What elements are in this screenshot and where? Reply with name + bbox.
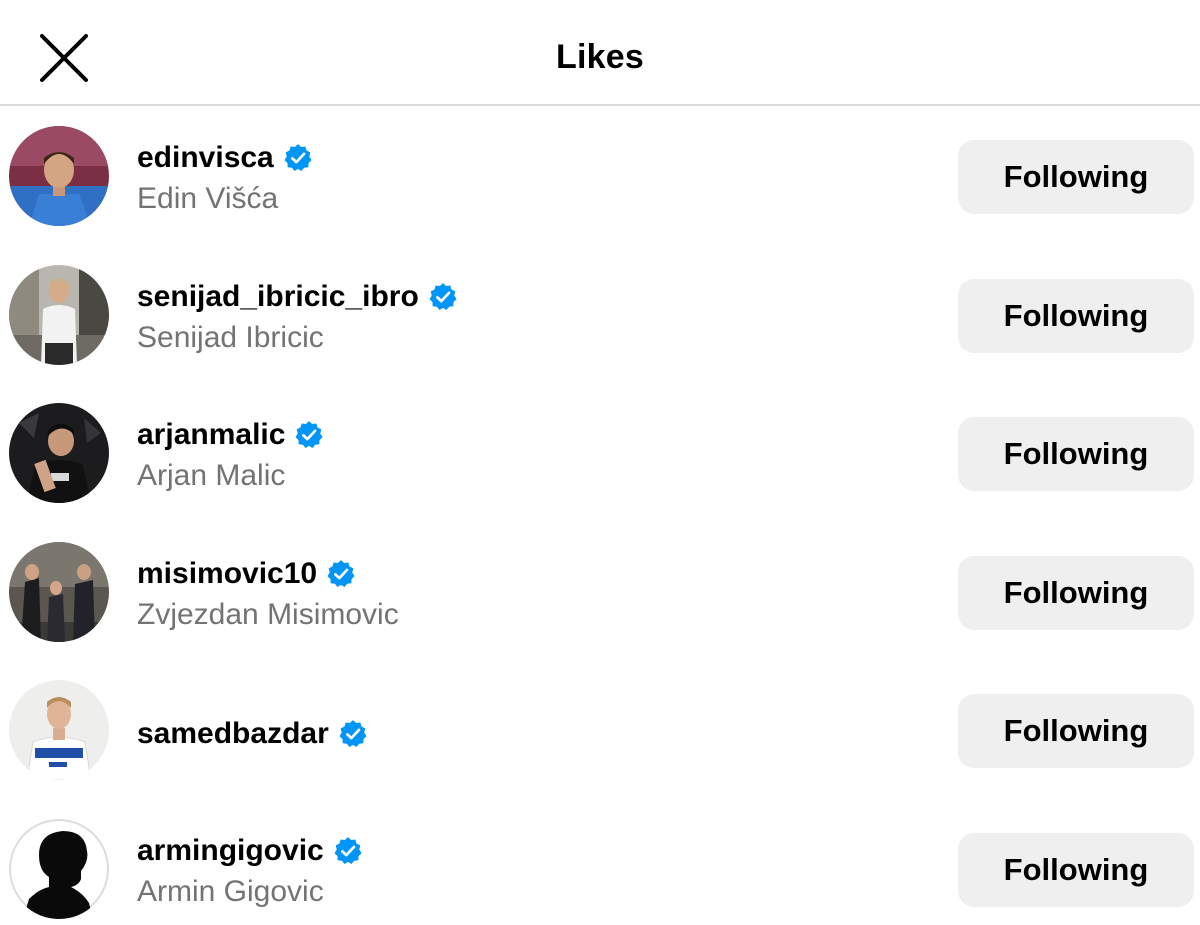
following-button[interactable]: Following [958, 140, 1194, 214]
list-item: arjanmalic Arjan Malic Following [0, 383, 1200, 522]
user-names: senijad_ibricic_ibro Senijad Ibricic [137, 277, 458, 357]
list-item: samedbazdar Following [0, 660, 1200, 799]
user-names: armingigovic Armin Gigovic [137, 831, 363, 911]
following-button[interactable]: Following [958, 694, 1194, 768]
user-names: edinvisca Edin Višća [137, 138, 313, 218]
username[interactable]: senijad_ibricic_ibro [137, 280, 419, 314]
following-button[interactable]: Following [958, 417, 1194, 491]
full-name: Arjan Malic [137, 459, 286, 492]
verified-badge-icon [327, 559, 355, 587]
full-name: Zvjezdan Misimovic [137, 597, 399, 631]
following-button[interactable]: Following [958, 555, 1194, 630]
full-name: Senijad Ibricic [137, 320, 324, 354]
full-name: Edin Višća [137, 182, 279, 215]
list-item: misimovic10 Zvjezdan Misimovic Following [0, 522, 1200, 661]
dialog-header: Likes [0, 0, 1200, 106]
likes-list: edinvisca Edin Višća Following senijad_i… [0, 106, 1200, 925]
username[interactable]: samedbazdar [137, 717, 329, 751]
verified-badge-icon [339, 720, 367, 748]
username[interactable]: misimovic10 [137, 557, 317, 591]
username[interactable]: arjanmalic [137, 418, 285, 452]
full-name: Armin Gigovic [137, 874, 324, 908]
verified-badge-icon [295, 421, 323, 449]
username[interactable]: armingigovic [137, 834, 324, 868]
user-names: arjanmalic Arjan Malic [137, 415, 324, 495]
verified-badge-icon [334, 836, 362, 864]
avatar[interactable] [9, 818, 109, 919]
verified-badge-icon [284, 144, 312, 172]
user-names: samedbazdar [137, 714, 368, 754]
avatar[interactable] [9, 680, 109, 780]
following-button[interactable]: Following [958, 278, 1194, 353]
avatar[interactable] [9, 403, 109, 503]
avatar[interactable] [9, 126, 109, 226]
username[interactable]: edinvisca [137, 141, 274, 175]
avatar[interactable] [9, 264, 109, 365]
likes-dialog: Likes edinvisca Edin Višća Following sen… [0, 0, 1200, 925]
user-names: misimovic10 Zvjezdan Misimovic [137, 554, 399, 634]
list-item: edinvisca Edin Višća Following [0, 106, 1200, 245]
list-item: armingigovic Armin Gigovic Following [0, 799, 1200, 925]
verified-badge-icon [429, 282, 457, 310]
list-item: senijad_ibricic_ibro Senijad Ibricic Fol… [0, 245, 1200, 384]
dialog-title: Likes [556, 38, 644, 76]
following-button[interactable]: Following [958, 832, 1194, 907]
avatar[interactable] [9, 541, 109, 642]
